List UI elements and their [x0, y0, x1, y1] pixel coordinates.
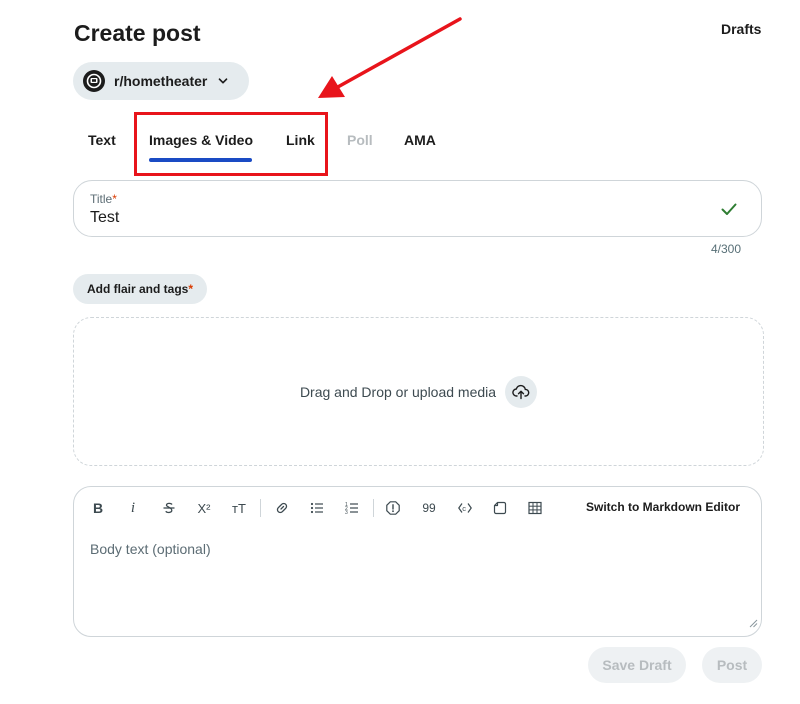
community-avatar-icon [83, 70, 105, 92]
checkmark-icon [719, 199, 739, 224]
heading-icon[interactable]: тT [227, 497, 251, 519]
body-text-input[interactable]: Body text (optional) [90, 541, 750, 621]
link-icon[interactable] [270, 497, 294, 519]
bold-icon[interactable]: B [86, 497, 110, 519]
code-icon[interactable]: c [453, 497, 477, 519]
numbered-list-icon[interactable]: 123 [340, 497, 364, 519]
title-char-count: 4/300 [711, 242, 742, 256]
upload-icon[interactable] [505, 375, 538, 408]
tab-text[interactable]: Text [88, 132, 116, 148]
italic-icon[interactable]: i [121, 497, 145, 519]
post-button[interactable]: Post [702, 647, 762, 683]
spoiler-icon[interactable] [381, 497, 405, 519]
toolbar-divider [260, 499, 261, 517]
title-input[interactable]: Title* Test [73, 180, 762, 237]
tab-poll: Poll [347, 132, 373, 148]
community-name: r/hometheater [114, 73, 208, 89]
media-dropzone[interactable]: Drag and Drop or upload media [73, 317, 764, 466]
page-title: Create post [74, 20, 201, 46]
strikethrough-icon[interactable] [157, 497, 181, 519]
quote-icon[interactable]: 99 [417, 497, 441, 519]
table-icon[interactable] [523, 497, 547, 519]
code-block-icon[interactable] [488, 497, 512, 519]
tab-link[interactable]: Link [286, 132, 315, 148]
bulleted-list-icon[interactable] [305, 497, 329, 519]
superscript-icon[interactable]: X² [192, 497, 216, 519]
resize-grip-icon[interactable] [749, 615, 758, 633]
svg-text:3: 3 [345, 510, 348, 516]
add-flair-button[interactable]: Add flair and tags * [73, 274, 207, 304]
body-editor: B i X² тT 123 99 c Switch to Markdown Ed… [73, 486, 762, 637]
title-value: Test [90, 209, 120, 226]
tab-images-video[interactable]: Images & Video [149, 132, 253, 148]
dropzone-text: Drag and Drop or upload media [299, 383, 497, 400]
svg-text:B: B [93, 500, 103, 516]
drafts-link[interactable]: Drafts [721, 21, 761, 37]
switch-markdown-editor-button[interactable]: Switch to Markdown Editor [586, 500, 740, 514]
save-draft-button[interactable]: Save Draft [588, 647, 686, 683]
toolbar-divider [373, 499, 374, 517]
svg-text:c: c [462, 504, 466, 513]
chevron-down-icon [217, 75, 229, 87]
active-tab-indicator [149, 158, 252, 162]
community-selector[interactable]: r/hometheater [73, 62, 249, 100]
tab-ama[interactable]: AMA [404, 132, 436, 148]
title-label: Title* [90, 192, 117, 206]
